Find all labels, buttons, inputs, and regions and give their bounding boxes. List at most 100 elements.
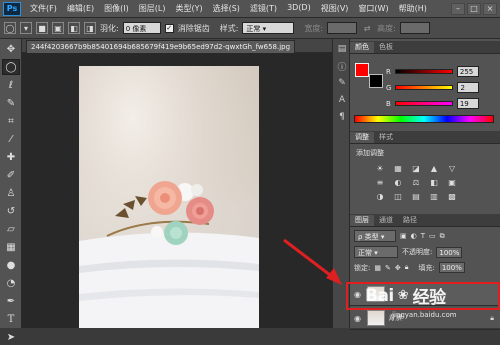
tab-swatches[interactable]: 色板 xyxy=(374,42,398,53)
maximize-button[interactable]: □ xyxy=(467,2,481,15)
filter-adjust-icon[interactable]: ◐ xyxy=(411,232,417,240)
dodge-tool-icon[interactable]: ◔ xyxy=(2,275,20,291)
feather-input[interactable]: 0 像素 xyxy=(122,22,161,34)
lock-paint-icon[interactable]: ✎ xyxy=(385,264,391,272)
gradient-tool-icon[interactable]: ▦ xyxy=(2,239,20,255)
lasso-tool-icon[interactable]: ℓ xyxy=(2,77,20,93)
menu-item-5[interactable]: 选择(S) xyxy=(208,3,245,14)
channel-g-slider[interactable] xyxy=(395,85,454,90)
properties-icon[interactable]: ⓘ xyxy=(335,59,349,73)
lock-all-icon[interactable]: 🔒︎ xyxy=(405,263,409,272)
tab-styles[interactable]: 样式 xyxy=(374,132,398,143)
filter-type-icon[interactable]: T xyxy=(421,232,425,240)
adjustment-icon[interactable]: ☀ xyxy=(374,163,386,173)
tab-paths[interactable]: 路径 xyxy=(398,215,422,226)
menu-item-9[interactable]: 窗口(W) xyxy=(353,3,393,14)
paragraph-icon[interactable]: ¶ xyxy=(335,110,349,124)
filter-shape-icon[interactable]: ▭ xyxy=(429,232,436,240)
healing-brush-tool-icon[interactable]: ✚ xyxy=(2,149,20,165)
style-select-value: 正常 xyxy=(246,25,261,33)
style-select[interactable]: 正常 ▾ xyxy=(242,22,295,34)
menu-item-4[interactable]: 类型(Y) xyxy=(170,3,207,14)
character-icon[interactable]: A xyxy=(335,93,349,107)
width-input[interactable] xyxy=(327,22,358,34)
layers-lock-row: 锁定: ▦ ✎ ✥ 🔒︎ 填充: 100% xyxy=(354,262,465,273)
move-tool-icon[interactable]: ✥ xyxy=(2,41,20,57)
tab-color[interactable]: 颜色 xyxy=(350,42,374,53)
menu-item-7[interactable]: 3D(D) xyxy=(282,3,316,14)
tool-preset-dropdown-icon[interactable]: ▾ xyxy=(20,22,32,34)
blur-tool-icon[interactable]: ● xyxy=(2,257,20,273)
marquee-tool-icon[interactable]: ◯ xyxy=(2,59,20,75)
channel-b-slider[interactable] xyxy=(394,101,453,106)
fill-value[interactable]: 100% xyxy=(438,262,465,273)
lock-transparent-icon[interactable]: ▦ xyxy=(374,264,381,272)
height-input[interactable] xyxy=(399,22,430,34)
adjustment-icon[interactable]: ▩ xyxy=(446,191,458,201)
antialias-label: 消除锯齿 xyxy=(177,23,210,33)
tab-layers[interactable]: 图层 xyxy=(350,215,374,226)
pen-tool-icon[interactable]: ✒ xyxy=(2,293,20,309)
channel-b-value[interactable]: 19 xyxy=(456,98,479,109)
adjustment-icon[interactable]: ≡ xyxy=(374,177,386,187)
subtract-selection-icon[interactable]: ◧ xyxy=(68,22,80,34)
lock-move-icon[interactable]: ✥ xyxy=(395,264,401,272)
filter-smart-icon[interactable]: ⧉ xyxy=(440,232,445,241)
crop-tool-icon[interactable]: ⌗ xyxy=(2,113,20,129)
close-button[interactable]: × xyxy=(483,2,497,15)
layer-kind-select[interactable]: ρ 类型 ▾ xyxy=(354,230,396,242)
background-color-swatch[interactable] xyxy=(369,74,383,88)
tab-adjustments[interactable]: 调整 xyxy=(350,132,374,143)
menu-item-6[interactable]: 滤镜(T) xyxy=(245,3,282,14)
channel-r-slider[interactable] xyxy=(394,69,453,74)
elliptical-marquee-icon[interactable]: ◯ xyxy=(4,22,16,34)
document-canvas-image[interactable] xyxy=(79,66,259,328)
opacity-value[interactable]: 100% xyxy=(436,246,463,258)
path-selection-tool-icon[interactable]: ➤ xyxy=(2,329,20,345)
document-tab[interactable]: 244f4203667b9b85401694b685679f419e9b65ed… xyxy=(26,40,296,53)
menu-item-0[interactable]: 文件(F) xyxy=(25,3,62,14)
adjustment-icon[interactable]: ▦ xyxy=(392,163,404,173)
type-tool-icon[interactable]: T xyxy=(2,311,20,327)
adjustment-icon[interactable]: ◫ xyxy=(392,191,404,201)
visibility-eye-icon[interactable]: ◉ xyxy=(354,314,364,323)
menu-item-1[interactable]: 编辑(E) xyxy=(62,3,99,14)
foreground-color-swatch[interactable] xyxy=(355,63,369,77)
menu-item-10[interactable]: 帮助(H) xyxy=(394,3,432,14)
brush-preset-icon[interactable]: ✎ xyxy=(335,76,349,90)
blend-mode-select[interactable]: 正常 ▾ xyxy=(354,246,398,258)
adjustment-icon[interactable]: ◧ xyxy=(428,177,440,187)
adjustment-icon[interactable]: ▽ xyxy=(446,163,458,173)
eraser-tool-icon[interactable]: ▱ xyxy=(2,221,20,237)
channel-g-value[interactable]: 2 xyxy=(457,82,480,93)
minimize-button[interactable]: – xyxy=(451,2,465,15)
new-selection-icon[interactable]: ■ xyxy=(36,22,48,34)
antialias-checkbox[interactable]: ✓ xyxy=(164,23,174,33)
adjustment-icon[interactable]: ◑ xyxy=(374,191,386,201)
color-spectrum-bar[interactable] xyxy=(354,115,494,123)
swap-icon[interactable]: ⇄ xyxy=(361,22,373,34)
adjustment-icon[interactable]: ▣ xyxy=(446,177,458,187)
eyedropper-tool-icon[interactable]: ⁄ xyxy=(2,131,20,147)
clone-stamp-tool-icon[interactable]: ♙ xyxy=(2,185,20,201)
color-row-b: B 19 xyxy=(386,98,479,109)
history-icon[interactable]: ▤ xyxy=(335,42,349,56)
adjustment-icon[interactable]: ◐ xyxy=(392,177,404,187)
tab-channels[interactable]: 通道 xyxy=(374,215,398,226)
intersect-selection-icon[interactable]: ◨ xyxy=(84,22,96,34)
menu-item-8[interactable]: 视图(V) xyxy=(316,3,354,14)
menu-item-2[interactable]: 图像(I) xyxy=(99,3,134,14)
adjustment-icon[interactable]: ◪ xyxy=(410,163,422,173)
menu-item-3[interactable]: 图层(L) xyxy=(134,3,171,14)
brush-tool-icon[interactable]: ✐ xyxy=(2,167,20,183)
filter-pixel-icon[interactable]: ▣ xyxy=(400,232,407,240)
quick-select-tool-icon[interactable]: ✎ xyxy=(2,95,20,111)
adjustment-icon[interactable]: ▤ xyxy=(410,191,422,201)
add-selection-icon[interactable]: ▣ xyxy=(52,22,64,34)
adjustment-icon[interactable]: ▲ xyxy=(428,163,440,173)
channel-r-value[interactable]: 255 xyxy=(456,66,479,77)
adjustments-panel-tabs: 调整 样式 xyxy=(350,131,500,144)
adjustment-icon[interactable]: ⚖ xyxy=(410,177,422,187)
adjustment-icon[interactable]: ▥ xyxy=(428,191,440,201)
history-brush-tool-icon[interactable]: ↺ xyxy=(2,203,20,219)
